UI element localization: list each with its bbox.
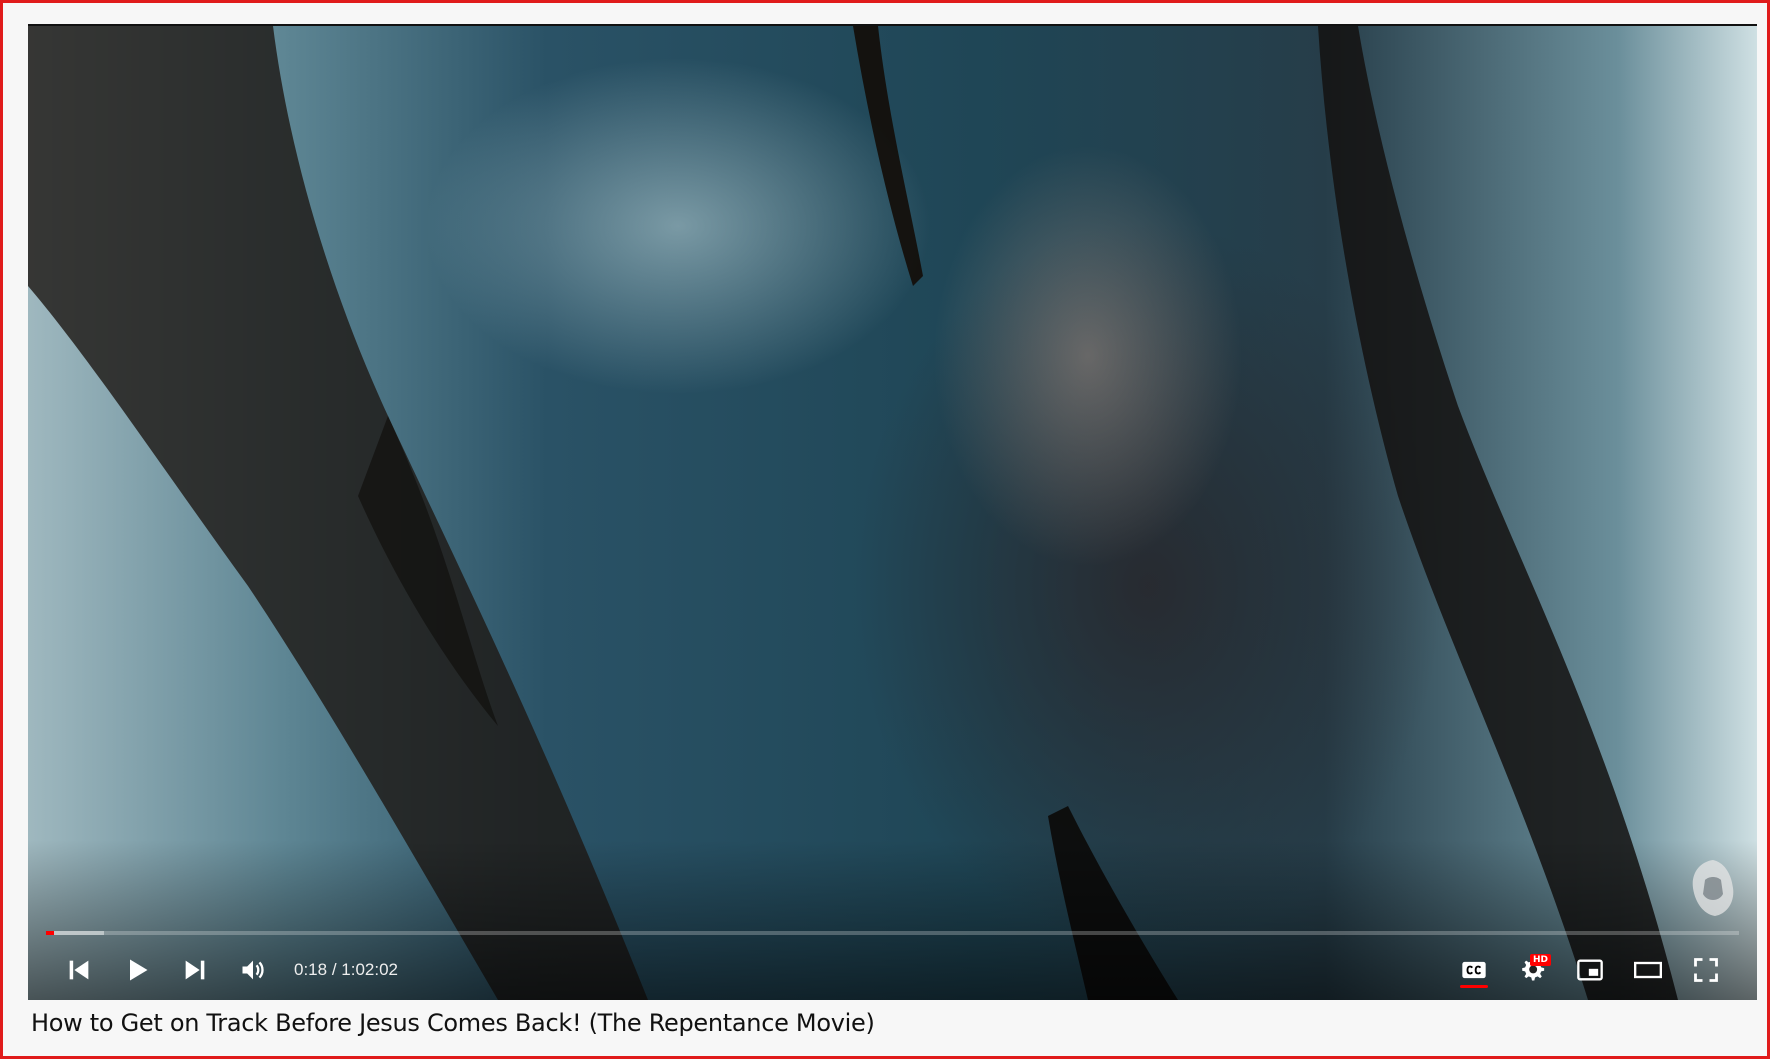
- progress-loaded: [46, 931, 104, 935]
- play-icon: [130, 959, 148, 981]
- progress-bar[interactable]: [46, 931, 1739, 935]
- video-title: How to Get on Track Before Jesus Comes B…: [31, 1009, 875, 1037]
- lion-logo-watermark: [1692, 860, 1734, 916]
- hd-badge: HD: [1529, 954, 1551, 966]
- miniplayer-button[interactable]: [1561, 946, 1619, 994]
- previous-button[interactable]: [50, 946, 108, 994]
- video-player[interactable]: 0:18 / 1:02:02 HD: [28, 24, 1757, 1000]
- theater-mode-icon: [1634, 961, 1662, 979]
- player-controls: 0:18 / 1:02:02 HD: [28, 946, 1757, 994]
- next-button[interactable]: [166, 946, 224, 994]
- volume-icon: [242, 960, 264, 980]
- duration: 1:02:02: [341, 960, 398, 979]
- play-button[interactable]: [108, 946, 166, 994]
- current-time: 0:18: [294, 960, 328, 979]
- captions-active-indicator: [1460, 985, 1488, 988]
- theater-mode-button[interactable]: [1619, 946, 1677, 994]
- next-icon: [185, 960, 205, 980]
- page-frame: 0:18 / 1:02:02 HD How to Get on Track Be…: [0, 0, 1770, 1059]
- fullscreen-icon: [1694, 958, 1718, 982]
- miniplayer-icon: [1577, 959, 1603, 981]
- previous-icon: [69, 960, 89, 980]
- volume-button[interactable]: [224, 946, 282, 994]
- fullscreen-button[interactable]: [1677, 946, 1735, 994]
- closed-captions-button[interactable]: [1445, 946, 1503, 994]
- time-display: 0:18 / 1:02:02: [294, 960, 398, 980]
- settings-button[interactable]: HD: [1503, 946, 1561, 994]
- closed-captions-icon: [1462, 961, 1486, 979]
- progress-played: [46, 931, 55, 935]
- time-separator: /: [327, 960, 342, 979]
